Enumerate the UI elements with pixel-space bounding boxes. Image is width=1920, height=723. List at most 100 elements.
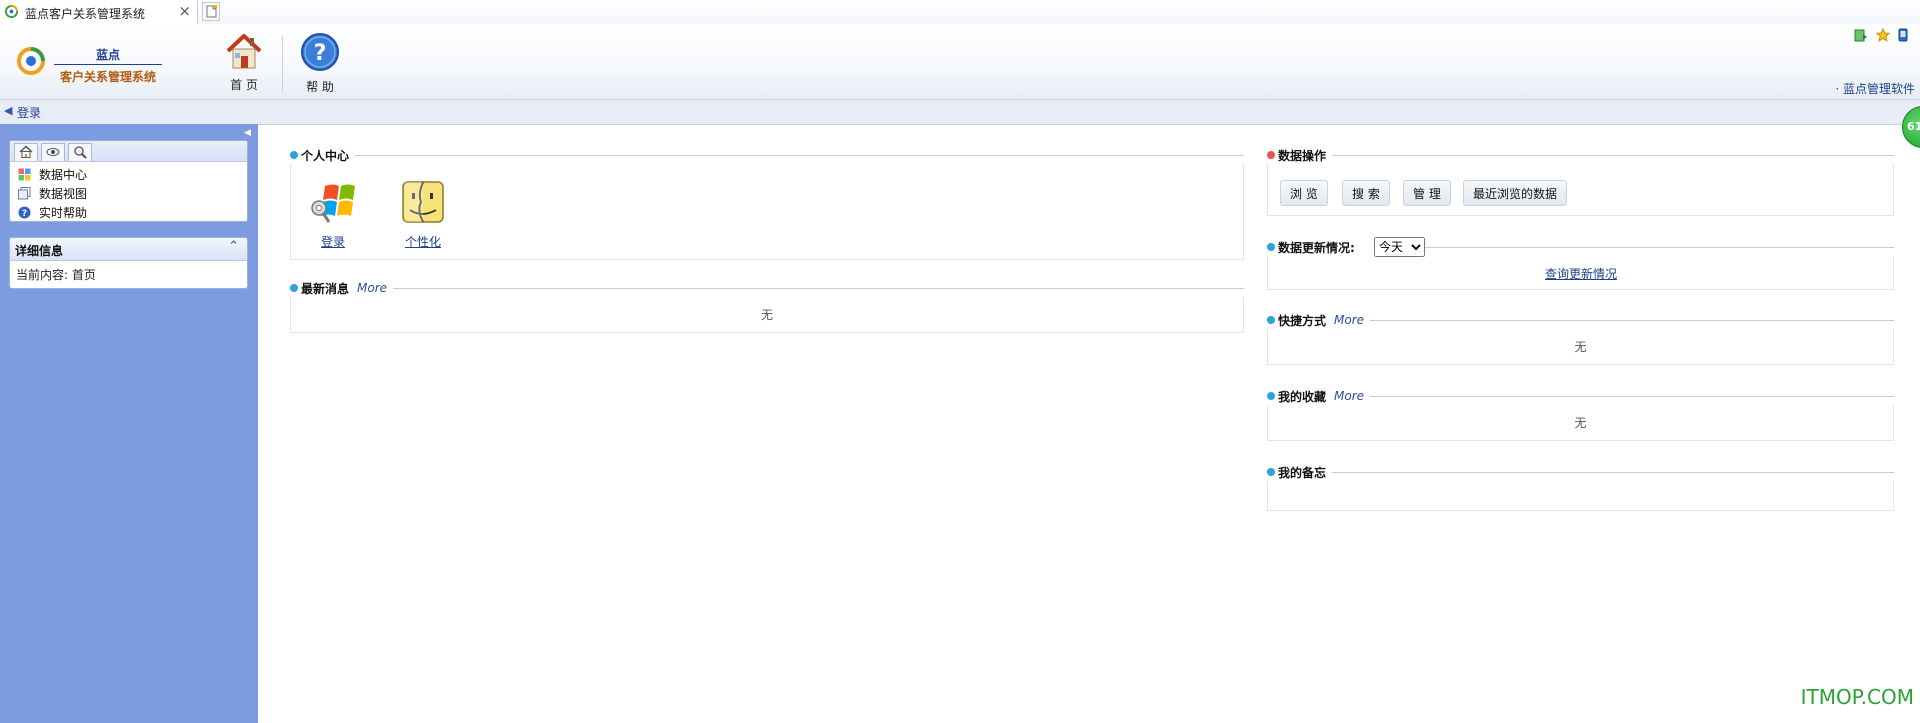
data-ops-header: 数据操作: [1267, 146, 1894, 164]
latest-news-header: 最新消息 More: [290, 279, 1244, 297]
app-header: 蓝点 客户关系管理系统 首 页 ? 帮 助 · 蓝点管理软件: [0, 24, 1920, 100]
section-dot-icon: [290, 151, 298, 159]
section-dot-icon: [1267, 243, 1275, 251]
brand-subtitle: 客户关系管理系统: [59, 70, 156, 84]
personalize-label: 个性化: [404, 235, 441, 249]
breadcrumb: ◀ 登录: [0, 100, 1920, 125]
personal-center-title: 个人中心: [301, 148, 350, 163]
period-select[interactable]: 今天: [1374, 237, 1425, 257]
shortcuts-more-link[interactable]: More: [1334, 313, 1364, 327]
sidebar-item-data-center[interactable]: 数据中心: [18, 165, 87, 184]
finder-face-icon: [402, 181, 444, 223]
help-icon: ?: [18, 206, 31, 219]
shortcuts-body: 无: [1267, 329, 1894, 365]
new-page-icon: [206, 5, 217, 18]
mobile-icon[interactable]: [1898, 28, 1908, 42]
help-circle-icon: ?: [301, 33, 339, 71]
detail-content: 当前内容: 首页: [16, 268, 96, 282]
favorites-body: 无: [1267, 405, 1894, 441]
shortcuts-empty: 无: [1574, 340, 1587, 354]
nav-tab-view[interactable]: [41, 143, 65, 161]
svg-text:?: ?: [314, 41, 327, 66]
nav-list: 数据中心 数据视图 ? 实时帮助: [18, 165, 87, 222]
favorites-panel: 我的收藏 More 无: [1267, 387, 1894, 441]
section-dot-icon: [1267, 392, 1275, 400]
svg-text:?: ?: [22, 209, 27, 219]
sidebar-item-label: 数据视图: [39, 187, 88, 201]
chevron-up-icon[interactable]: ⌃: [228, 239, 239, 254]
divider: [1332, 471, 1894, 473]
data-update-title: 数据更新情况:: [1278, 240, 1355, 255]
browse-button[interactable]: 浏 览: [1280, 180, 1328, 206]
app-favicon-icon: [5, 5, 18, 18]
browser-tab-strip: 蓝点客户关系管理系统 ×: [0, 0, 1920, 25]
manage-button[interactable]: 管 理: [1403, 180, 1451, 206]
brand-name: 蓝点: [54, 46, 162, 65]
latest-news-panel: 最新消息 More 无: [290, 279, 1244, 333]
section-dot-icon: [1267, 468, 1275, 476]
favorites-more-link[interactable]: More: [1334, 389, 1364, 403]
browser-tab-title: 蓝点客户关系管理系统: [25, 7, 146, 21]
latest-news-body: 无: [290, 297, 1244, 333]
sidebar-item-live-help[interactable]: ? 实时帮助: [18, 203, 87, 222]
latest-news-title: 最新消息: [301, 281, 350, 296]
search-button[interactable]: 搜 索: [1342, 180, 1390, 206]
detail-panel: 详细信息 ⌃ 当前内容: 首页: [9, 237, 248, 289]
breadcrumb-login[interactable]: 登录: [17, 104, 41, 121]
personalize-shortcut[interactable]: 个性化: [393, 180, 453, 250]
download-icon[interactable]: [1854, 28, 1868, 42]
login-label: 登录: [320, 235, 345, 249]
section-dot-red-icon: [1267, 151, 1275, 159]
search-icon: [74, 146, 87, 159]
close-tab-icon[interactable]: ×: [178, 2, 191, 20]
pages-icon: [18, 187, 31, 200]
breadcrumb-arrow-icon[interactable]: ◀: [4, 104, 12, 117]
sidebar: ◀ 数据中心 数据视图 ? 实时帮助 详细信息 ⌃ 当前内容: 首页: [0, 124, 258, 723]
shortcuts-header: 快捷方式 More: [1267, 311, 1894, 329]
home-label: 首 页: [230, 78, 258, 92]
latest-news-more-link[interactable]: More: [357, 281, 387, 295]
home-tab-icon: [19, 145, 33, 158]
help-button[interactable]: ? 帮 助: [290, 32, 350, 95]
memo-title: 我的备忘: [1278, 465, 1327, 480]
section-dot-icon: [1267, 316, 1275, 324]
star-icon[interactable]: [1876, 28, 1890, 42]
home-button[interactable]: 首 页: [214, 32, 274, 93]
sidebar-item-label: 数据中心: [39, 168, 88, 182]
top-icon-group: [1854, 28, 1908, 42]
memo-header: 我的备忘: [1267, 463, 1894, 481]
shortcuts-panel: 快捷方式 More 无: [1267, 311, 1894, 365]
nav-panel: 数据中心 数据视图 ? 实时帮助: [9, 140, 248, 222]
recent-data-button[interactable]: 最近浏览的数据: [1463, 180, 1568, 206]
section-dot-icon: [290, 284, 298, 292]
login-shortcut[interactable]: 登录: [303, 180, 363, 250]
brand-title: 蓝点 客户关系管理系统: [54, 46, 162, 85]
new-tab-button[interactable]: [202, 2, 220, 21]
divider: [393, 287, 1244, 289]
eye-icon: [46, 148, 60, 156]
collapse-sidebar-icon[interactable]: ◀: [244, 128, 251, 138]
memo-body[interactable]: [1267, 481, 1894, 511]
divider: [1332, 154, 1894, 156]
sidebar-item-label: 实时帮助: [39, 206, 88, 220]
company-link[interactable]: · 蓝点管理软件: [1835, 80, 1915, 97]
personal-center-header: 个人中心: [290, 146, 1244, 164]
data-ops-title: 数据操作: [1278, 148, 1327, 163]
home-icon: [226, 34, 262, 69]
sidebar-item-data-view[interactable]: 数据视图: [18, 184, 87, 203]
query-updates-link[interactable]: 查询更新情况: [1545, 265, 1617, 282]
watermark: ITMOP.COM: [1800, 685, 1914, 709]
favorites-title: 我的收藏: [1278, 389, 1327, 404]
divider: [1424, 246, 1894, 248]
header-divider: [282, 36, 283, 92]
detail-header[interactable]: 详细信息 ⌃: [10, 238, 247, 261]
logo-icon: [17, 47, 45, 75]
memo-panel: 我的备忘: [1267, 463, 1894, 511]
browser-tab[interactable]: 蓝点客户关系管理系统 ×: [0, 0, 198, 24]
shortcuts-title: 快捷方式: [1278, 313, 1327, 328]
latest-news-empty: 无: [760, 308, 773, 322]
nav-tab-home[interactable]: [14, 143, 38, 161]
nav-tab-search[interactable]: [68, 143, 92, 161]
favorites-empty: 无: [1574, 416, 1587, 430]
favorites-header: 我的收藏 More: [1267, 387, 1894, 405]
